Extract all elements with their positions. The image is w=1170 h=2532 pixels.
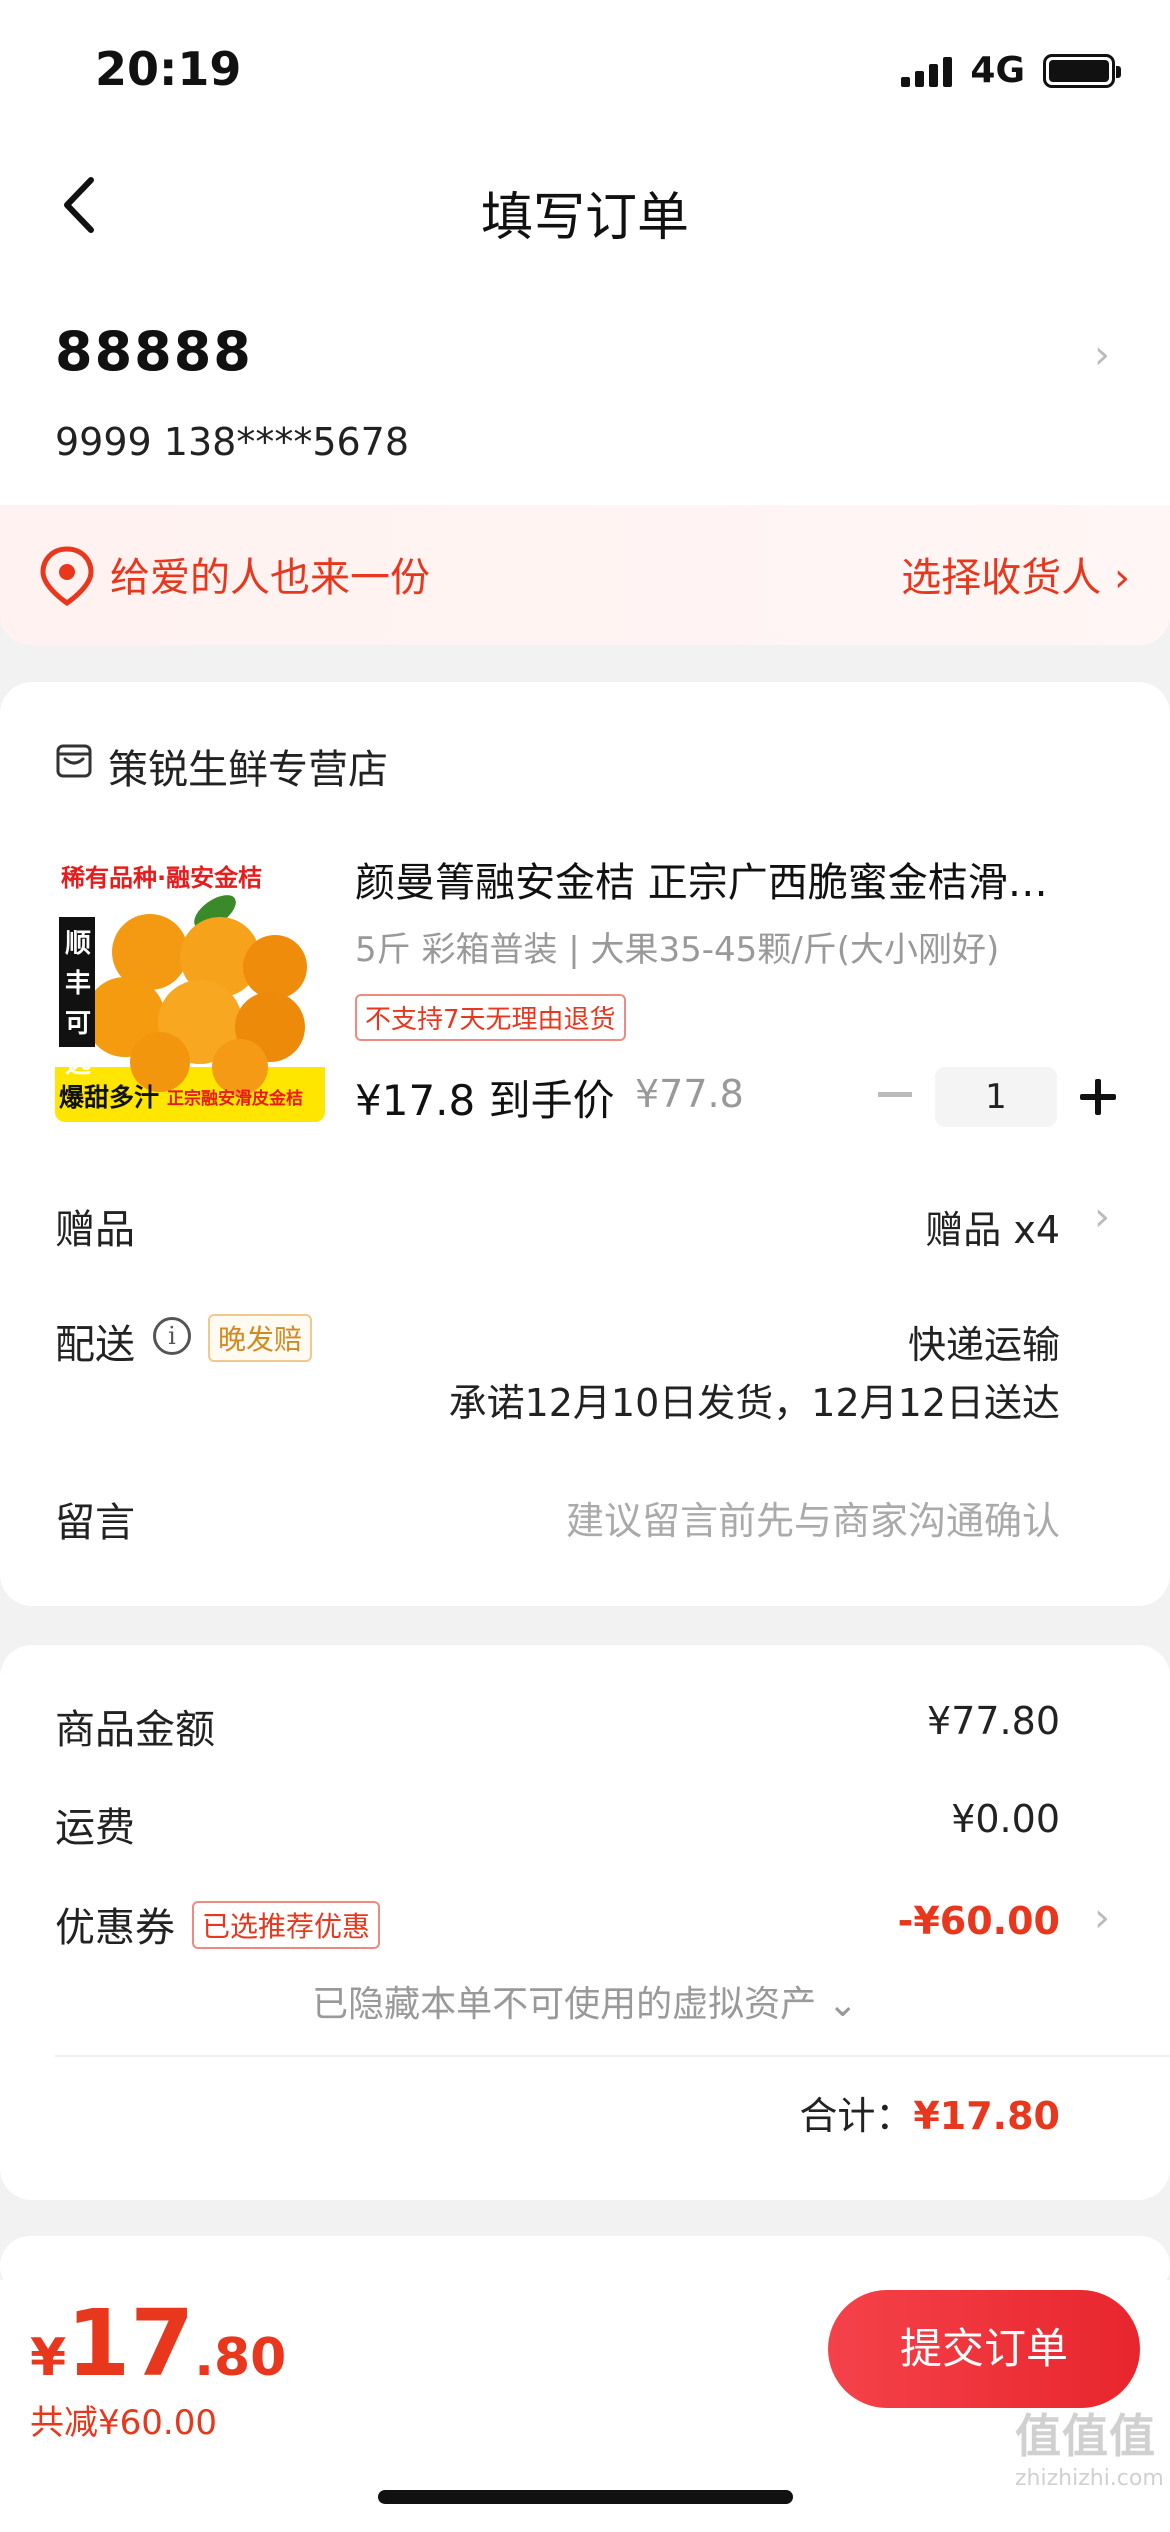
shipping-value: ¥0.00	[951, 1797, 1060, 1841]
hidden-assets-toggle[interactable]: 已隐藏本单不可使用的虚拟资产 ⌄	[0, 1975, 1170, 2027]
watermark-logo: 值值值	[1015, 2409, 1156, 2463]
image-caption-side: 顺丰可选	[64, 929, 91, 1079]
status-icons: 4G	[901, 50, 1121, 91]
total-value: ¥17.80	[913, 2094, 1060, 2138]
pay-amount-decimal: .80	[194, 2328, 287, 2388]
gift-label: 赠品	[55, 1207, 135, 1253]
chevron-down-icon: ⌄	[827, 1984, 858, 2025]
product-spec[interactable]: 5斤 彩箱普装 | 大果35-45颗/斤(大小刚好)	[355, 922, 999, 971]
recipient-name: 88888	[55, 320, 253, 383]
coupon-label: 优惠券	[55, 1905, 175, 1951]
total-label: 合计：	[799, 2094, 914, 2138]
signal-icon	[901, 55, 953, 87]
page-title: 填写订单	[480, 188, 689, 248]
product-title[interactable]: 颜曼箐融安金桔 正宗广西脆蜜金桔滑…	[355, 850, 1115, 908]
quantity-input[interactable]: 1	[935, 1067, 1057, 1127]
gift-text: 给爱的人也来一份	[110, 555, 430, 601]
price-summary-card: 商品金额 ¥77.80 运费 ¥0.00 优惠券 已选推荐优惠 -¥60.00 …	[0, 1645, 1170, 2200]
home-indicator[interactable]	[378, 2490, 793, 2504]
total-row: 合计：¥17.80	[799, 2085, 1060, 2140]
pay-amount-integer: 17	[66, 2290, 195, 2397]
delivery-label: 配送	[55, 1322, 135, 1368]
divider	[55, 2055, 1170, 2057]
quantity-increase-button[interactable]	[1080, 1079, 1116, 1115]
coupon-badge: 已选推荐优惠	[192, 1901, 381, 1949]
image-caption-bottom: 爆甜多汁	[59, 1083, 160, 1112]
shop-name: 策锐生鲜专营店	[108, 747, 388, 793]
hidden-assets-text: 已隐藏本单不可使用的虚拟资产	[312, 1984, 817, 2025]
image-caption-bottom-small: 正宗融安滑皮金桔	[167, 1089, 303, 1109]
checkout-bar: ¥17.80 共减¥60.00 提交订单	[0, 2280, 1170, 2532]
message-label: 留言	[55, 1500, 135, 1546]
total-saved: 共减¥60.00	[30, 2403, 217, 2443]
shipping-label: 运费	[55, 1805, 135, 1851]
delivery-method: 快递运输	[907, 1323, 1060, 1367]
recipient-detail: 9999 138****5678	[55, 420, 410, 464]
chevron-right-icon: ›	[1094, 332, 1110, 378]
network-label: 4G	[970, 50, 1025, 91]
goods-amount-value: ¥77.80	[927, 1699, 1060, 1743]
location-pin-icon	[40, 546, 94, 607]
battery-icon	[1043, 53, 1121, 88]
no-return-badge: 不支持7天无理由退货	[355, 994, 626, 1041]
order-item-card: 策锐生鲜专营店 稀有品种·融安金桔 顺丰可选 爆甜多汁 正宗融安滑皮金桔 颜曼箐…	[0, 682, 1170, 1606]
late-compensation-badge: 晚发赔	[208, 1314, 313, 1362]
pay-amount: ¥17.80	[30, 2290, 286, 2397]
info-icon[interactable]: i	[153, 1317, 191, 1355]
chevron-right-icon: ›	[1094, 1895, 1110, 1941]
goods-amount-label: 商品金额	[55, 1707, 215, 1753]
image-caption-top: 稀有品种·融安金桔	[61, 864, 263, 892]
product-original-price: ¥77.8	[635, 1072, 744, 1116]
gift-banner[interactable]: 给爱的人也来一份 选择收货人 ›	[0, 505, 1170, 645]
quantity-decrease-button[interactable]	[878, 1092, 912, 1097]
watermark-url: zhizhizhi.com	[1015, 2466, 1164, 2491]
delivery-promise: 承诺12月10日发货，12月12日送达	[448, 1381, 1060, 1425]
status-time: 20:19	[95, 42, 242, 96]
currency-symbol: ¥	[30, 2328, 67, 2388]
choose-recipient-link[interactable]: 选择收货人 ›	[901, 545, 1130, 603]
message-input[interactable]: 建议留言前先与商家沟通确认	[566, 1490, 1060, 1545]
status-bar: 20:19 4G	[0, 0, 1170, 140]
product-price: ¥17.8 到手价	[355, 1076, 615, 1125]
address-section[interactable]: 88888 9999 138****5678 ›	[0, 270, 1170, 505]
store-icon	[56, 744, 92, 778]
product-image[interactable]: 稀有品种·融安金桔 顺丰可选 爆甜多汁 正宗融安滑皮金桔	[55, 852, 325, 1122]
nav-bar: 填写订单	[0, 140, 1170, 270]
coupon-value[interactable]: -¥60.00	[898, 1899, 1060, 1943]
submit-order-button[interactable]: 提交订单	[828, 2290, 1140, 2408]
watermark: 值值值 zhizhizhi.com	[1015, 2400, 1164, 2491]
chevron-right-icon: ›	[1094, 1194, 1110, 1240]
gift-value[interactable]: 赠品 x4	[925, 1199, 1060, 1254]
